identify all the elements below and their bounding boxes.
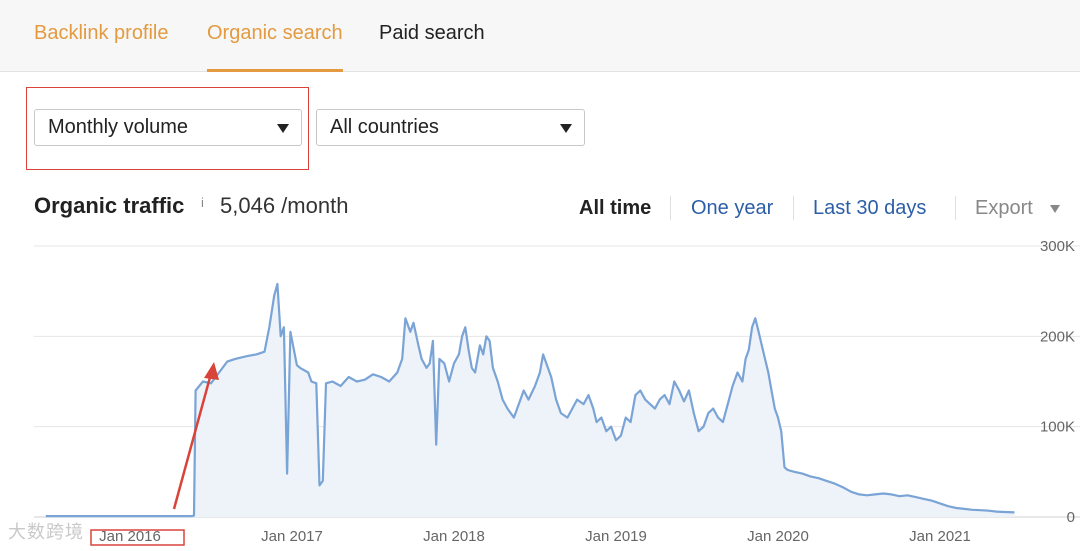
screen: Backlink profile Organic search Paid sea…	[0, 0, 1080, 551]
y-tick-label: 200K	[1040, 328, 1075, 345]
y-tick-label: 300K	[1040, 238, 1075, 255]
organic-traffic-chart: 300K200K100K0Jan 2016 Jan 2017 Jan 2018 Jan…	[34, 238, 1080, 546]
chart-area-layer	[45, 282, 1015, 518]
x-tick-label: Jan 2021	[909, 528, 971, 545]
y-tick-label: 0	[1067, 509, 1075, 526]
series-area	[45, 283, 1015, 517]
x-tick-label: Jan 2019	[585, 528, 647, 545]
x-tick-label: Jan 2020	[747, 528, 809, 545]
x-tick-label: Jan 2018	[423, 528, 485, 545]
annotation-arrow-head	[204, 362, 219, 380]
y-tick-label: 100K	[1040, 419, 1075, 436]
watermark-text: 大数跨境	[8, 522, 84, 542]
x-tick-label: Jan 2017	[261, 528, 323, 545]
